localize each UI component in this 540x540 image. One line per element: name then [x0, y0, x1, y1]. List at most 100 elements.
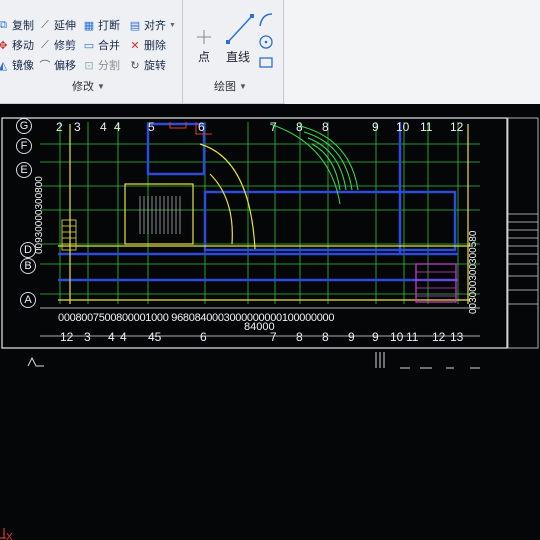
- axis-label-top: 8: [296, 120, 303, 134]
- break-icon: ▦: [83, 19, 95, 32]
- left-dimension-text: 00930000300800: [34, 176, 45, 254]
- divide-label: 分割: [98, 60, 120, 72]
- move-icon: ✥: [0, 39, 8, 52]
- axis-label-top: 9: [372, 120, 379, 134]
- right-dimension-text: 003000300300580: [468, 230, 479, 314]
- axis-label-bottom: 13: [450, 330, 464, 344]
- chevron-down-icon: ▼: [239, 81, 247, 91]
- axis-label-bottom: 8: [322, 330, 329, 344]
- rotate-label: 旋转: [144, 60, 166, 72]
- axis-label-top: 2: [56, 120, 63, 134]
- stair-hatch: [139, 196, 181, 234]
- mirror-label: 镜像: [12, 60, 34, 72]
- axis-grid-vertical: [59, 122, 459, 304]
- axis-label-bottom: 45: [148, 330, 162, 344]
- trim-label: 修剪: [54, 40, 76, 52]
- chevron-down-icon: ▼: [169, 21, 176, 29]
- extend-button[interactable]: ⟋ 延伸: [38, 16, 76, 34]
- axis-label-bottom: 12: [60, 330, 74, 344]
- axis-label-top: 3: [74, 120, 81, 134]
- divide-button[interactable]: ⊡ 分割: [82, 56, 120, 74]
- join-icon: ▭: [83, 39, 95, 52]
- axis-bubble-left: F: [16, 138, 32, 154]
- modify-panel: ⧉ 复制 ⟋ 延伸 ▦ 打断 ▤ 对齐 ▼ ✥ 移动 ⟋ 修剪 ▭ 合并 ✕ 删…: [0, 0, 183, 104]
- axis-label-bottom: 9: [348, 330, 355, 344]
- draw-panel-title-text: 绘图: [214, 81, 236, 93]
- offset-label: 偏移: [54, 60, 76, 72]
- axis-label-top: 10: [396, 120, 410, 134]
- draw-panel: 点 直线 绘图 ▼: [184, 0, 284, 104]
- break-label: 打断: [98, 20, 120, 32]
- join-button[interactable]: ▭ 合并: [82, 36, 120, 54]
- axis-label-top: 8: [322, 120, 329, 134]
- align-label: 对齐: [144, 20, 166, 32]
- copy-button[interactable]: ⧉ 复制: [0, 16, 34, 34]
- axis-label-bottom: 7: [270, 330, 277, 344]
- chevron-down-icon: ▼: [97, 81, 105, 91]
- extend-icon: ⟋: [41, 18, 49, 31]
- magenta-zone: [415, 263, 457, 303]
- ribbon-empty-area: [285, 0, 540, 104]
- move-label: 移动: [12, 40, 34, 52]
- axis-label-bottom: 3: [84, 330, 91, 344]
- drawing-canvas[interactable]: 2 3 4 4 5 6 7 8 8 9 10 11 12 G F E D B A…: [0, 104, 540, 540]
- circle-icon: [259, 35, 273, 49]
- divide-icon: ⊡: [84, 59, 94, 72]
- trim-icon: ⟋: [41, 38, 49, 51]
- title-block: [507, 117, 539, 349]
- align-button[interactable]: ▤ 对齐 ▼: [128, 16, 176, 34]
- ribbon-toolbar: ⧉ 复制 ⟋ 延伸 ▦ 打断 ▤ 对齐 ▼ ✥ 移动 ⟋ 修剪 ▭ 合并 ✕ 删…: [0, 0, 540, 104]
- axis-label-bottom: 11: [406, 330, 419, 344]
- line-icon: [226, 14, 254, 44]
- axis-label-top: 4: [100, 120, 107, 134]
- break-button[interactable]: ▦ 打断: [82, 16, 120, 34]
- rotate-button[interactable]: ↻ 旋转: [128, 56, 166, 74]
- erase-label: 删除: [144, 40, 166, 52]
- ucs-x-label: X: [6, 532, 13, 540]
- axis-label-bottom: 6: [200, 330, 207, 344]
- axis-label-top: 5: [148, 120, 155, 134]
- mirror-button[interactable]: ◭ 镜像: [0, 56, 34, 74]
- extend-label: 延伸: [54, 20, 76, 32]
- draw-panel-title[interactable]: 绘图 ▼: [214, 78, 247, 94]
- line-button-label[interactable]: 直线: [226, 48, 250, 65]
- axis-label-top: 7: [270, 120, 277, 134]
- axis-label-bottom: 4: [120, 330, 127, 344]
- axis-grid-horizontal: [40, 143, 480, 295]
- structural-members: [58, 124, 470, 304]
- axis-label-top: 6: [198, 120, 205, 134]
- mirror-icon: ◭: [0, 59, 8, 72]
- trim-button[interactable]: ⟋ 修剪: [38, 36, 76, 54]
- arc-icon: [259, 13, 273, 27]
- axis-bubble-left: G: [16, 118, 32, 134]
- rectangle-icon: [259, 57, 273, 68]
- axis-label-top: 4: [114, 120, 121, 134]
- offset-icon: ⌒: [39, 60, 51, 72]
- point-icon: [197, 30, 211, 44]
- modify-panel-title[interactable]: 修改 ▼: [72, 78, 105, 94]
- erase-button[interactable]: ✕ 删除: [128, 36, 166, 54]
- axis-bubble-left: B: [20, 258, 36, 274]
- move-button[interactable]: ✥ 移动: [0, 36, 34, 54]
- axis-bubble-left: A: [20, 292, 36, 308]
- axis-label-bottom: 9: [372, 330, 379, 344]
- cad-application-window: ⧉ 复制 ⟋ 延伸 ▦ 打断 ▤ 对齐 ▼ ✥ 移动 ⟋ 修剪 ▭ 合并 ✕ 删…: [0, 0, 540, 540]
- lower-annotations: [27, 352, 480, 369]
- axis-label-top: 12: [450, 120, 464, 134]
- axis-label-top: 11: [420, 120, 433, 134]
- copy-icon: ⧉: [0, 18, 7, 31]
- draw-tools-graphic: [197, 13, 273, 68]
- erase-icon: ✕: [130, 39, 140, 52]
- copy-label: 复制: [12, 20, 34, 32]
- point-button-label[interactable]: 点: [198, 48, 210, 65]
- join-label: 合并: [98, 40, 120, 52]
- rotate-icon: ↻: [130, 59, 140, 72]
- axis-bubble-left: E: [16, 162, 32, 178]
- align-icon: ▤: [129, 19, 141, 32]
- axis-label-bottom: 8: [296, 330, 303, 344]
- dimension-text: 0008007500800001000 96808400030000000001…: [58, 312, 335, 324]
- modify-panel-title-text: 修改: [72, 81, 94, 93]
- axis-label-bottom: 12: [432, 330, 446, 344]
- axis-label-bottom: 10: [390, 330, 404, 344]
- offset-button[interactable]: ⌒ 偏移: [38, 56, 77, 74]
